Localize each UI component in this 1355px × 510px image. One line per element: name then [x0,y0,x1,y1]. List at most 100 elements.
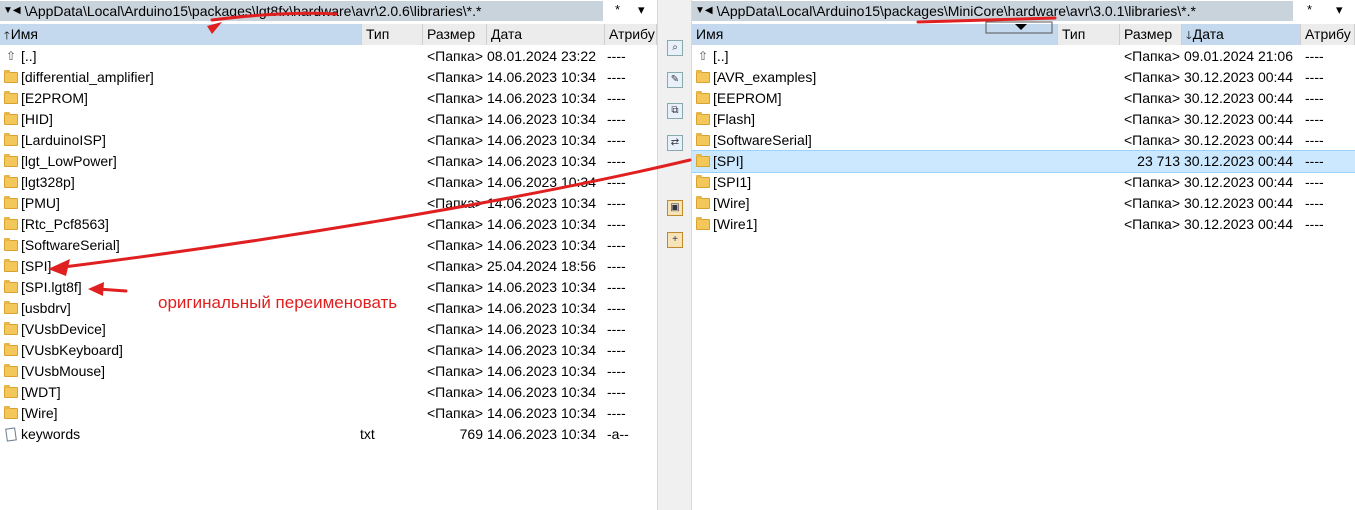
right-file-row[interactable]: [Wire1] <Папка> 30.12.2023 00:44 ---- [692,214,1355,235]
file-attributes: ---- [1305,132,1324,148]
left-file-row[interactable]: [VUsbKeyboard] <Папка> 14.06.2023 10:34 ---… [0,340,657,361]
right-col-size[interactable]: Размер [1120,24,1182,45]
file-date: 14.06.2023 10:34 [487,90,596,106]
file-name: [PMU] [21,195,60,211]
left-history-arrow-icon[interactable]: ▼◀ [3,1,21,21]
right-col-date[interactable]: 🡓Дата [1182,24,1301,45]
left-filter[interactable]: * ▾ [604,0,657,20]
file-date: 08.01.2024 23:22 [487,48,596,64]
right-filter-dropdown-icon[interactable]: ▾ [1336,0,1343,20]
file-type: txt [360,426,375,442]
left-file-row[interactable]: [WDT] <Папка> 14.06.2023 10:34 ---- [0,382,657,403]
file-attributes: ---- [607,384,626,400]
right-file-row[interactable]: [AVR_examples] <Папка> 30.12.2023 00:44 ---… [692,67,1355,88]
folder-icon [4,238,18,251]
left-file-row[interactable]: [lgt328p] <Папка> 14.06.2023 10:34 ---- [0,172,657,193]
right-file-row[interactable]: [EEPROM] <Папка> 30.12.2023 00:44 ---- [692,88,1355,109]
file-name: [VUsbMouse] [21,363,106,379]
left-file-row[interactable]: [differential_amplifier] <Папка> 14.06.202… [0,67,657,88]
right-col-attr[interactable]: Атрибу [1301,24,1355,45]
pack-archive-icon[interactable]: ▣ [667,200,683,216]
move-file-icon[interactable]: ⇄ [667,135,683,151]
right-col-type[interactable]: Тип [1058,24,1120,45]
left-filter-dropdown-icon[interactable]: ▾ [638,0,645,20]
left-col-type[interactable]: Тип [362,24,423,45]
left-file-row[interactable]: [E2PROM] <Папка> 14.06.2023 10:34 ---- [0,88,657,109]
file-date: 30.12.2023 00:44 [1184,132,1293,148]
right-filter[interactable]: * ▾ [1294,0,1355,20]
file-date: 14.06.2023 10:34 [487,363,596,379]
file-attributes: ---- [607,195,626,211]
file-type [356,172,424,193]
parent-folder-icon: ⇧ [5,49,17,63]
file-attributes: ---- [1305,90,1324,106]
file-name-cell: [lgt328p] [0,172,356,193]
file-attributes: ---- [607,321,626,337]
file-type [356,151,424,172]
file-name-cell: [Wire] [692,193,1052,214]
file-name-cell: [WDT] [0,382,356,403]
left-file-row[interactable]: [Rtc_Pcf8563] <Папка> 14.06.2023 10:34 ---- [0,214,657,235]
file-name-cell: [Wire1] [692,214,1052,235]
file-name-cell: [SoftwareSerial] [692,130,1052,151]
left-col-date[interactable]: Дата [487,24,605,45]
left-file-row[interactable]: [VUsbDevice] <Папка> 14.06.2023 10:34 ---- [0,319,657,340]
file-name-cell: [Rtc_Pcf8563] [0,214,356,235]
file-name-cell: [SoftwareSerial] [0,235,356,256]
folder-icon [696,70,710,83]
file-date: 30.12.2023 00:44 [1184,216,1293,232]
file-attributes: ---- [607,363,626,379]
file-name-cell: [SPI1] [692,172,1052,193]
left-file-row[interactable]: [LarduinoISP] <Папка> 14.06.2023 10:34 ---- [0,130,657,151]
left-file-row[interactable]: [Wire] <Папка> 14.06.2023 10:34 ---- [0,403,657,424]
left-path[interactable]: ▼◀ \AppData\Local\Arduino15\packages\lgt… [0,1,603,21]
file-type [356,340,424,361]
left-file-row[interactable]: [lgt_LowPower] <Папка> 14.06.2023 10:34 ---… [0,151,657,172]
right-path[interactable]: ▼◀ \AppData\Local\Arduino15\packages\Min… [692,1,1293,21]
left-col-attr[interactable]: Атрибу [605,24,657,45]
folder-icon [4,217,18,230]
left-file-row[interactable]: [HID] <Папка> 14.06.2023 10:34 ---- [0,109,657,130]
left-file-row[interactable]: [PMU] <Папка> 14.06.2023 10:34 ---- [0,193,657,214]
file-attributes: ---- [607,300,626,316]
right-file-row[interactable]: [SPI1] <Папка> 30.12.2023 00:44 ---- [692,172,1355,193]
file-attributes: ---- [607,342,626,358]
file-date: 25.04.2024 18:56 [487,258,596,274]
file-attributes: ---- [607,237,626,253]
folder-icon [4,280,18,293]
right-file-row[interactable]: [Flash] <Папка> 30.12.2023 00:44 ---- [692,109,1355,130]
left-file-row[interactable]: [VUsbMouse] <Папка> 14.06.2023 10:34 ---- [0,361,657,382]
left-file-row[interactable]: keywords txt 769 14.06.2023 10:34 -a-- [0,424,657,445]
new-folder-icon[interactable]: + [667,232,683,248]
file-name: [differential_amplifier] [21,69,154,85]
file-name-cell: [VUsbKeyboard] [0,340,356,361]
view-file-icon[interactable]: ⌕ [667,40,683,56]
right-file-row[interactable]: ⇧ [..] <Папка> 09.01.2024 21:06 ---- [692,46,1355,67]
folder-icon [4,70,18,83]
right-history-arrow-icon[interactable]: ▼◀ [695,1,713,21]
left-file-panel[interactable]: ▼◀ \AppData\Local\Arduino15\packages\lgt… [0,0,657,510]
folder-icon [696,154,710,167]
right-file-panel[interactable]: ▼◀ \AppData\Local\Arduino15\packages\Min… [692,0,1355,510]
folder-icon [4,385,18,398]
right-col-name[interactable]: Имя [692,24,1058,45]
file-date: 14.06.2023 10:34 [487,216,596,232]
edit-file-icon[interactable]: ✎ [667,72,683,88]
sort-up-icon: 🡑 [4,30,10,42]
left-col-size[interactable]: Размер [423,24,487,45]
copy-file-icon[interactable]: ⧉ [667,103,683,119]
file-size: <Папка> [427,384,483,400]
left-file-row[interactable]: [SPI] <Папка> 25.04.2024 18:56 ---- [0,256,657,277]
right-path-bar[interactable]: ▼◀ \AppData\Local\Arduino15\packages\Min… [692,0,1355,22]
left-file-row[interactable]: ⇧ [..] <Папка> 08.01.2024 23:22 ---- [0,46,657,67]
folder-icon [4,175,18,188]
right-file-row[interactable]: [SoftwareSerial] <Папка> 30.12.2023 00:44-… [692,130,1355,151]
right-file-row[interactable]: [Wire] <Папка> 30.12.2023 00:44 ---- [692,193,1355,214]
folder-icon [696,91,710,104]
right-file-row[interactable]: [SPI] 23 713 30.12.2023 00:44 ---- [692,150,1355,173]
left-path-bar[interactable]: ▼◀ \AppData\Local\Arduino15\packages\lgt… [0,0,657,22]
left-file-row[interactable]: [SoftwareSerial] <Папка> 14.06.2023 10:34-… [0,235,657,256]
file-date: 14.06.2023 10:34 [487,69,596,85]
left-col-name[interactable]: 🡑Имя [0,24,362,45]
folder-icon [4,343,18,356]
